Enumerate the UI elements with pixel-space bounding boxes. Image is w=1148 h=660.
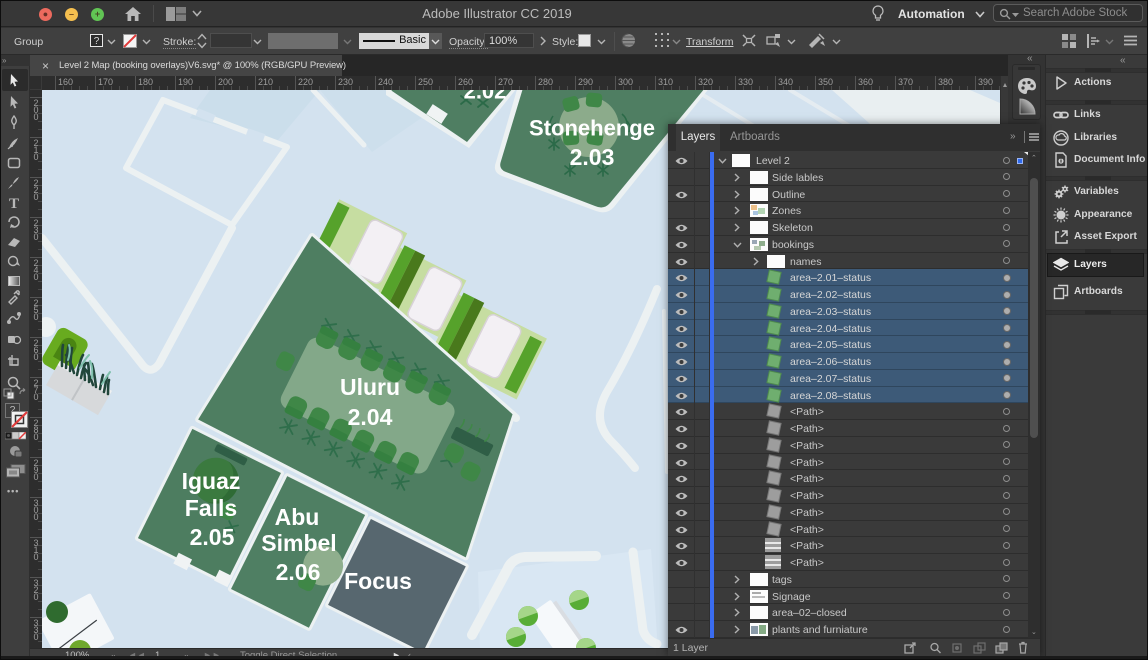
svg-text:2.05: 2.05	[190, 524, 235, 550]
svg-text:Iguaz: Iguaz	[182, 468, 241, 494]
svg-text:Focus: Focus	[344, 568, 412, 594]
svg-text:2.06: 2.06	[276, 559, 321, 585]
svg-text:Stonehenge: Stonehenge	[529, 116, 655, 141]
svg-text:Uluru: Uluru	[340, 374, 400, 400]
svg-text:Simbel: Simbel	[261, 530, 336, 556]
svg-text:2.04: 2.04	[348, 404, 393, 430]
svg-text:Falls: Falls	[185, 495, 237, 521]
svg-text:Abu: Abu	[275, 504, 320, 530]
svg-text:2.02: 2.02	[464, 90, 507, 104]
svg-text:2.03: 2.03	[570, 144, 615, 170]
svg-text:T: T	[9, 196, 19, 211]
